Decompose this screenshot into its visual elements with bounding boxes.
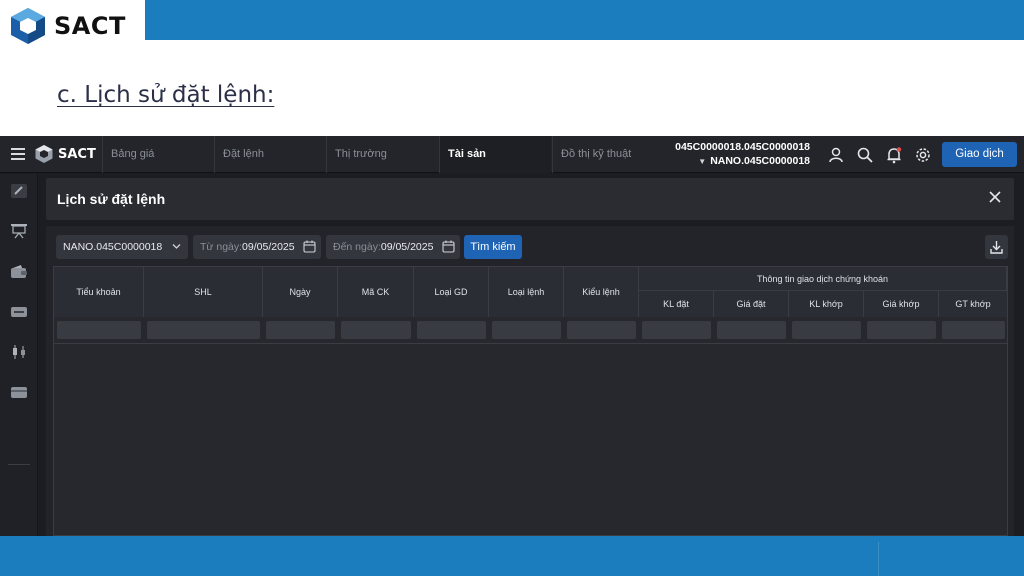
- column-header[interactable]: Giá đặt: [714, 291, 789, 317]
- app-logo-icon: [35, 145, 53, 163]
- column-header[interactable]: Kiểu lệnh: [564, 267, 639, 317]
- column-filter-input[interactable]: [57, 321, 141, 339]
- panel-title: Lịch sử đặt lệnh: [57, 191, 166, 207]
- wallet-icon[interactable]: [10, 264, 28, 280]
- column-filter-input[interactable]: [717, 321, 786, 339]
- column-filter-input[interactable]: [642, 321, 711, 339]
- column-filter-input[interactable]: [567, 321, 636, 339]
- tab-bang-gia[interactable]: Bảng giá: [102, 136, 212, 173]
- from-date-label: Từ ngày:: [200, 241, 243, 253]
- column-header[interactable]: Tiểu khoản: [54, 267, 144, 317]
- app-sidebar: [0, 174, 38, 536]
- calendar-icon[interactable]: [442, 240, 455, 253]
- column-filter-input[interactable]: [867, 321, 936, 339]
- to-date-label: Đến ngày:: [333, 241, 381, 253]
- pencil-icon[interactable]: [10, 183, 28, 199]
- column-header[interactable]: Giá khớp: [864, 291, 939, 317]
- tab-thi-truong[interactable]: Thị trường: [326, 136, 438, 173]
- search-button[interactable]: Tìm kiếm: [464, 235, 522, 259]
- app-top-nav: SACT Bảng giá Đặt lệnh Thị trường Tài sả…: [0, 136, 1024, 173]
- column-filter-input[interactable]: [792, 321, 861, 339]
- tab-tai-san[interactable]: Tài sản: [439, 136, 551, 173]
- account-selector[interactable]: 045C0000018.045C0000018 ▼ NANO.045C000001…: [668, 140, 810, 169]
- bank-card-icon[interactable]: [10, 384, 28, 400]
- column-header[interactable]: Mã CK: [338, 267, 414, 317]
- column-header[interactable]: KL khớp: [789, 291, 864, 317]
- slide-bottom-band: [0, 536, 1024, 576]
- sidebar-divider: [8, 464, 30, 465]
- sact-logo-icon: [11, 8, 45, 44]
- user-icon[interactable]: [827, 146, 845, 164]
- column-header[interactable]: Ngày: [263, 267, 338, 317]
- column-header[interactable]: Loại GD: [414, 267, 489, 317]
- column-filter-input[interactable]: [417, 321, 486, 339]
- app-logo-text: SACT: [58, 146, 96, 162]
- tab-dat-lenh[interactable]: Đặt lệnh: [214, 136, 324, 173]
- to-date-field[interactable]: Đến ngày:09/05/2025: [326, 235, 460, 259]
- close-icon[interactable]: [988, 190, 1002, 204]
- gear-icon[interactable]: [914, 146, 932, 164]
- group-header: Thông tin giao dịch chứng khoán: [639, 267, 1007, 291]
- tab-do-thi-ky-thuat[interactable]: Đồ thị kỹ thuật: [552, 136, 662, 173]
- slide-logo-text: SACT: [54, 12, 126, 40]
- hamburger-menu-icon[interactable]: [11, 148, 25, 160]
- column-filter-input[interactable]: [266, 321, 335, 339]
- calendar-icon[interactable]: [303, 240, 316, 253]
- column-header[interactable]: KL đặt: [639, 291, 714, 317]
- slide-title: c. Lịch sử đặt lệnh:: [57, 82, 275, 108]
- download-button[interactable]: [985, 235, 1008, 259]
- slide: SACT c. Lịch sử đặt lệnh: SACT Bảng giá …: [0, 0, 1024, 576]
- search-icon[interactable]: [856, 146, 874, 164]
- table-body-divider: [53, 343, 1008, 344]
- column-header[interactable]: SHL: [144, 267, 263, 317]
- bottom-band-divider: [878, 542, 879, 576]
- app-logo[interactable]: SACT: [34, 144, 96, 164]
- account-line-1: 045C0000018.045C0000018: [675, 141, 810, 153]
- chevron-down-icon: [172, 244, 181, 249]
- panel-header: Lịch sử đặt lệnh: [46, 178, 1014, 220]
- candlestick-icon[interactable]: [10, 344, 28, 360]
- column-filter-input[interactable]: [942, 321, 1005, 339]
- column-filter-input[interactable]: [492, 321, 561, 339]
- to-date-value: 09/05/2025: [380, 241, 434, 253]
- trade-button[interactable]: Giao dịch: [942, 142, 1017, 167]
- column-header[interactable]: GT khớp: [939, 291, 1007, 317]
- column-filter-input[interactable]: [147, 321, 260, 339]
- account-select[interactable]: NANO.045C0000018: [56, 235, 188, 259]
- from-date-field[interactable]: Từ ngày:09/05/2025: [193, 235, 321, 259]
- from-date-value: 09/05/2025: [242, 241, 295, 253]
- presentation-icon[interactable]: [10, 223, 28, 239]
- bell-icon[interactable]: [885, 146, 903, 164]
- chevron-down-icon: ▼: [698, 157, 707, 166]
- transfer-icon[interactable]: [10, 304, 28, 320]
- account-select-value: NANO.045C0000018: [63, 241, 163, 253]
- column-filter-input[interactable]: [341, 321, 411, 339]
- slide-logo: SACT: [0, 0, 145, 52]
- download-icon: [990, 241, 1003, 254]
- account-line-2: NANO.045C0000018: [710, 155, 810, 167]
- slide-top-band: [0, 0, 1024, 40]
- column-header[interactable]: Loại lệnh: [489, 267, 564, 317]
- app-screenshot: SACT Bảng giá Đặt lệnh Thị trường Tài sả…: [0, 136, 1024, 536]
